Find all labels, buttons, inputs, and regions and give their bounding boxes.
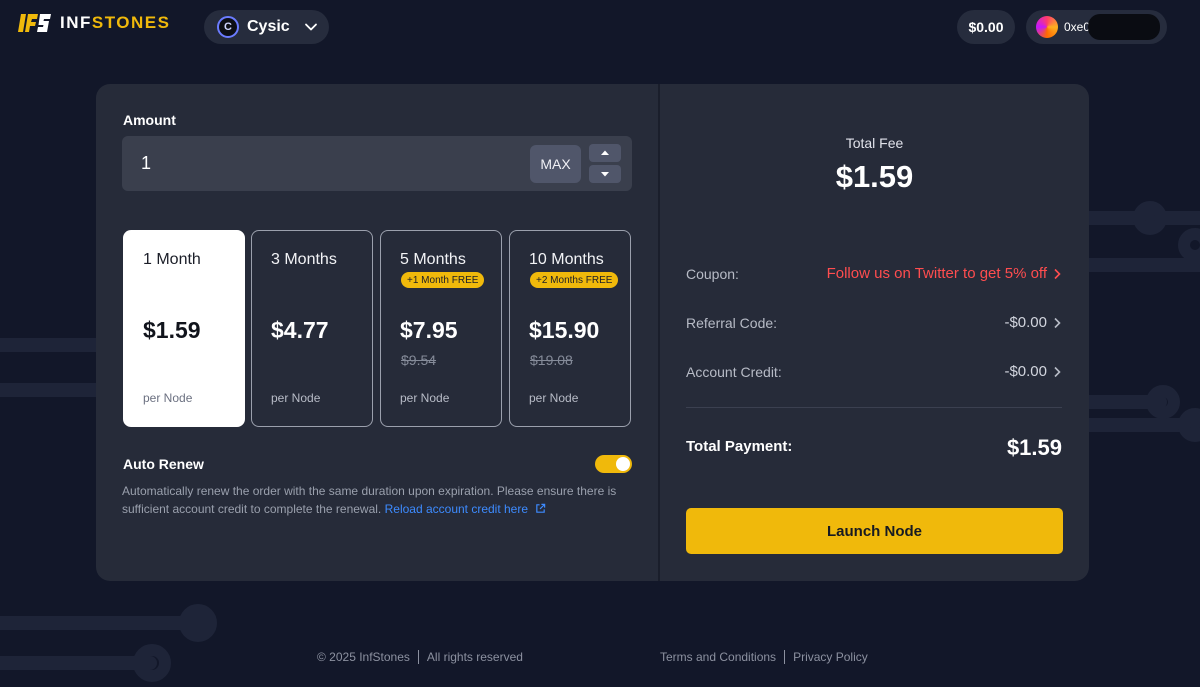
max-button[interactable]: MAX [530,145,581,183]
network-selector[interactable]: C Cysic [204,10,329,44]
plan-price: $7.95 [400,317,458,343]
order-config-panel: Amount 1 MAX 1 Month $1.59 per Node 3 Mo… [96,84,658,581]
caret-down-icon [601,172,609,177]
balance-button[interactable]: $0.00 [957,10,1015,44]
privacy-link[interactable]: Privacy Policy [793,650,868,664]
referral-code-value: -$0.00 [1004,314,1047,331]
footer-separator [417,650,419,664]
infstones-logo[interactable]: INFSTONES [18,12,170,34]
account-credit-row[interactable]: -$0.00 [1004,363,1061,380]
plan-10-months[interactable]: 10 Months +2 Months FREE $15.90 $19.08 p… [509,230,631,427]
payment-summary-panel: Total Fee $1.59 Coupon: Follow us on Twi… [660,84,1089,581]
coupon-link[interactable]: Follow us on Twitter to get 5% off [827,265,1061,282]
plan-1-month[interactable]: 1 Month $1.59 per Node [123,230,245,427]
plan-5-months[interactable]: 5 Months +1 Month FREE $7.95 $9.54 per N… [380,230,502,427]
plan-free-badge: +1 Month FREE [401,272,485,288]
redaction-mark [1088,14,1160,40]
plan-unit: per Node [271,391,321,405]
plan-price: $4.77 [271,317,329,343]
increment-button[interactable] [589,144,621,162]
toggle-knob [616,457,630,471]
plan-3-months[interactable]: 3 Months $4.77 per Node [251,230,373,427]
coupon-label: Coupon: [686,266,739,282]
launch-node-button[interactable]: Launch Node [686,508,1063,554]
amount-value[interactable]: 1 [141,153,151,174]
auto-renew-toggle[interactable] [595,455,632,473]
rights-text: All rights reserved [426,650,523,664]
plan-original-price: $19.08 [530,352,573,368]
footer-left: © 2025 InfStones All rights reserved [317,650,523,664]
plan-title: 3 Months [271,251,337,268]
coupon-text: Follow us on Twitter to get 5% off [826,265,1047,282]
top-header: INFSTONES C Cysic $0.00 0xe0 [0,0,1200,56]
copyright-text: © 2025 InfStones [317,650,410,664]
plan-unit: per Node [143,391,193,405]
network-name: Cysic [247,18,290,35]
auto-renew-label: Auto Renew [123,456,204,472]
amount-input[interactable]: 1 MAX [122,136,632,191]
terms-link[interactable]: Terms and Conditions [660,650,776,664]
plan-title: 1 Month [143,251,201,268]
decrement-button[interactable] [589,165,621,183]
quantity-stepper [589,144,621,184]
plan-free-badge: +2 Months FREE [530,272,619,288]
footer-separator [784,650,786,664]
total-payment-label: Total Payment: [686,438,793,455]
cysic-logo-icon: C [217,16,239,38]
chevron-right-icon [1054,317,1061,328]
account-credit-value: -$0.00 [1004,363,1047,380]
auto-renew-description: Automatically renew the order with the s… [122,482,642,518]
chevron-right-icon [1054,366,1061,377]
amount-label: Amount [123,112,176,128]
external-link-icon [536,503,546,513]
logo-text: INFSTONES [60,13,171,32]
plan-price: $15.90 [529,317,600,343]
account-credit-label: Account Credit: [686,364,782,380]
plan-title: 10 Months [529,251,604,268]
plan-original-price: $9.54 [401,352,437,368]
footer-right: Terms and Conditions Privacy Policy [660,650,868,664]
wallet-address: 0xe0 [1064,20,1091,34]
order-card: Amount 1 MAX 1 Month $1.59 per Node 3 Mo… [96,84,1089,581]
wallet-avatar [1036,16,1058,38]
reload-credit-link[interactable]: Reload account credit here [385,502,547,516]
caret-up-icon [601,150,609,155]
total-fee-label: Total Fee [845,135,904,151]
total-fee-value: $1.59 [835,159,914,194]
infstones-logo-icon [18,14,51,32]
chevron-right-icon [1054,268,1061,279]
chevron-down-icon [304,23,317,31]
referral-code-label: Referral Code: [686,315,778,331]
plan-unit: per Node [529,391,579,405]
total-payment-value: $1.59 [1006,435,1062,460]
summary-divider [686,407,1062,408]
plan-price: $1.59 [143,317,201,343]
plan-unit: per Node [400,391,450,405]
referral-code-row[interactable]: -$0.00 [1004,314,1061,331]
plan-title: 5 Months [400,251,466,268]
